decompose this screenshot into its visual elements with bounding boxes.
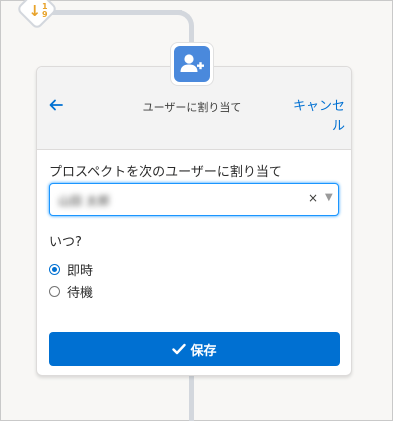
chevron-down-icon[interactable]: ▼ bbox=[325, 192, 333, 203]
user-select-value: 山田 太郎 bbox=[58, 194, 110, 208]
back-arrow-icon[interactable] bbox=[48, 97, 64, 113]
add-user-icon bbox=[180, 54, 204, 72]
sort-digit-bottom: 9 bbox=[42, 10, 48, 19]
radio-button-unchecked[interactable] bbox=[49, 286, 60, 297]
save-button[interactable]: 保存 bbox=[49, 332, 340, 366]
sort-arrow-icon: ↓ bbox=[28, 1, 41, 20]
radio-option-immediate[interactable]: 即時 bbox=[49, 260, 93, 279]
cancel-link[interactable]: キャンセル bbox=[287, 97, 345, 137]
assign-field-label: プロスペクトを次のユーザーに割り当て bbox=[49, 165, 282, 180]
connector-line-lower bbox=[189, 374, 194, 421]
assign-user-card: ユーザーに割り当て キャンセル プロスペクトを次のユーザーに割り当て 山田 太郎… bbox=[36, 66, 352, 376]
when-label: いつ? bbox=[49, 235, 82, 250]
badge-background bbox=[174, 46, 210, 82]
sort-descending-icon[interactable]: ↓ 1 9 bbox=[28, 0, 48, 22]
radio-button-checked[interactable] bbox=[49, 264, 60, 275]
radio-label-immediate: 即時 bbox=[67, 264, 94, 279]
clear-icon[interactable]: × bbox=[308, 191, 318, 205]
checkmark-icon bbox=[172, 343, 187, 355]
radio-option-wait[interactable]: 待機 bbox=[49, 282, 93, 301]
radio-label-wait: 待機 bbox=[67, 286, 94, 301]
action-badge bbox=[170, 42, 214, 86]
save-button-label: 保存 bbox=[190, 343, 217, 359]
card-title: ユーザーに割り当て bbox=[142, 101, 242, 114]
connector-line-top bbox=[40, 10, 182, 15]
user-select[interactable]: 山田 太郎 × ▼ bbox=[49, 183, 339, 216]
